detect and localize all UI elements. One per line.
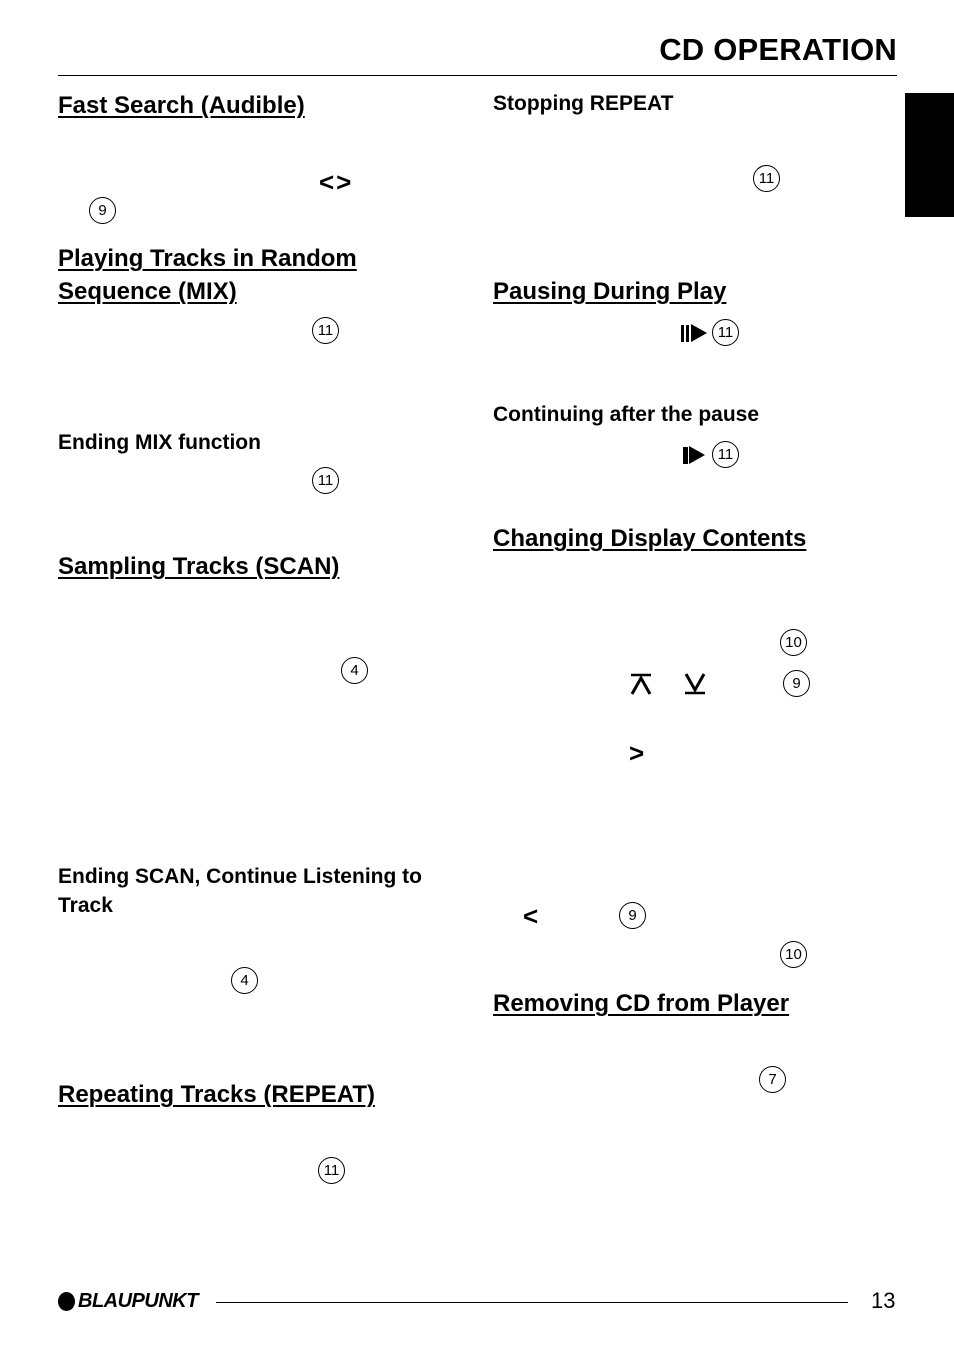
page-title: CD OPERATION: [659, 32, 897, 67]
ref-number-badge: 10: [780, 941, 807, 968]
ref-number-badge: 11: [318, 1157, 345, 1184]
heading-display: Changing Display Contents: [493, 525, 807, 552]
heading-mix-line2: Sequence (MIX): [58, 278, 237, 305]
footer-divider: [216, 1302, 848, 1303]
heading-pausing: Pausing During Play: [493, 278, 727, 305]
ref-number-badge: 4: [341, 657, 368, 684]
heading-continuing: Continuing after the pause: [493, 403, 760, 426]
play-triangle: [689, 446, 705, 464]
ref-number-badge: 11: [753, 165, 780, 192]
play-pause-icon: [683, 443, 705, 467]
ref-number-badge: 9: [619, 902, 646, 929]
brand-name: BLAUPUNKT: [78, 1290, 198, 1312]
heading-ending-scan-line2: Track: [58, 894, 113, 917]
left-right-arrows-icon: <>: [319, 167, 354, 197]
heading-ending-mix: Ending MIX function: [58, 431, 261, 454]
pause-bar: [681, 324, 684, 342]
pause-bar: [686, 324, 689, 342]
right-arrow-icon: >: [629, 738, 645, 768]
ref-number-badge: 11: [712, 319, 739, 346]
pause-bar: [683, 446, 688, 464]
brand-logo: BLAUPUNKT: [58, 1291, 198, 1311]
left-arrow-icon: <: [523, 901, 539, 931]
ref-number-badge: 9: [89, 197, 116, 224]
ref-number-badge: 10: [780, 629, 807, 656]
heading-stopping-repeat: Stopping REPEAT: [493, 92, 674, 115]
ref-number-badge: 11: [312, 467, 339, 494]
play-triangle: [691, 324, 707, 342]
heading-scan: Sampling Tracks (SCAN): [58, 553, 340, 580]
section-thumb-tab: [905, 93, 954, 217]
heading-ending-scan-line1: Ending SCAN, Continue Listening to: [58, 865, 422, 888]
down-arrow-bar-icon: [684, 673, 706, 695]
heading-repeat: Repeating Tracks (REPEAT): [58, 1081, 375, 1108]
heading-mix-line1: Playing Tracks in Random: [58, 245, 357, 272]
header-divider: [58, 75, 897, 76]
page-number: 13: [871, 1288, 896, 1313]
ref-number-badge: 9: [783, 670, 810, 697]
heading-fast-search: Fast Search (Audible): [58, 92, 305, 119]
ref-number-badge: 11: [712, 441, 739, 468]
ref-number-badge: 11: [312, 317, 339, 344]
up-arrow-bar-icon: [630, 673, 652, 695]
ref-number-badge: 4: [231, 967, 258, 994]
logo-dot-icon: [58, 1291, 75, 1311]
heading-removing-cd: Removing CD from Player: [493, 990, 790, 1017]
play-pause-icon: [681, 321, 707, 345]
ref-number-badge: 7: [759, 1066, 786, 1093]
